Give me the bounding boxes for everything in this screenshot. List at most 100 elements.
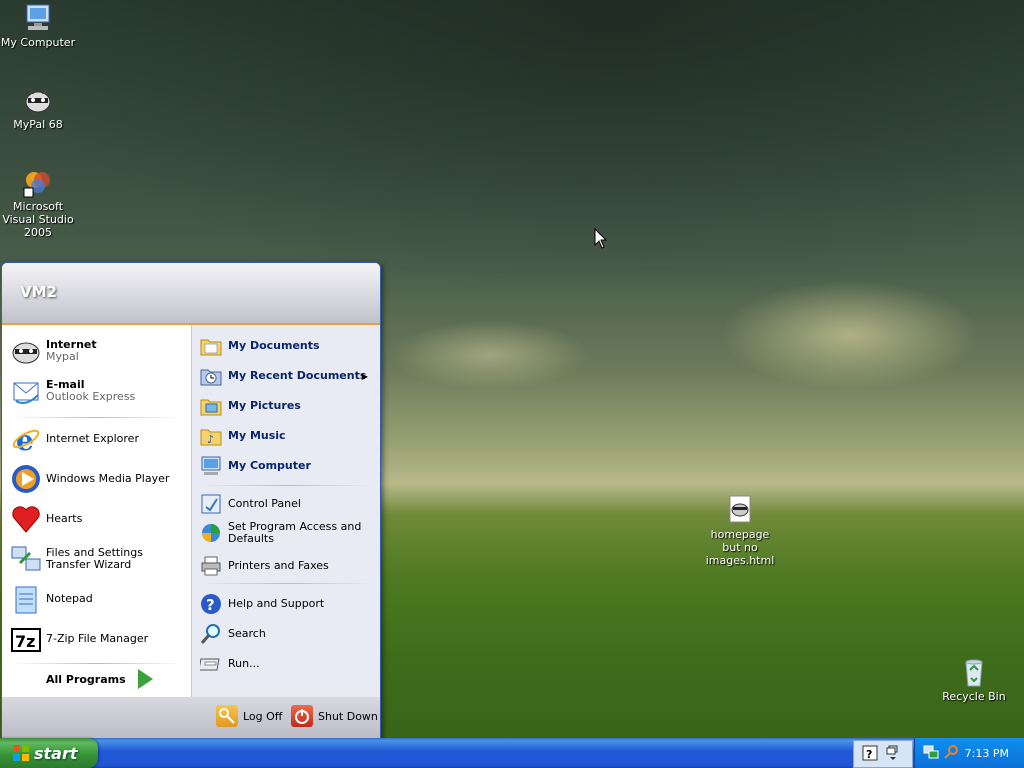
- pinned-internet[interactable]: Internet Mypal: [10, 335, 186, 367]
- help-and-support[interactable]: ? Help and Support: [200, 593, 376, 615]
- desktop-icon-label: MyPal 68: [13, 118, 63, 131]
- place-label: My Music: [228, 429, 286, 442]
- help-label: Help and Support: [228, 597, 325, 610]
- system-control-panel[interactable]: Control Panel: [200, 493, 376, 515]
- start-menu-footer: Log Off Shut Down: [2, 697, 380, 739]
- html-file-icon: [724, 494, 756, 526]
- desktop-icon-visual-studio[interactable]: Microsoft Visual Studio 2005: [0, 166, 78, 239]
- start-button[interactable]: start: [0, 738, 98, 768]
- place-my-pictures[interactable]: My Pictures: [200, 395, 376, 417]
- recent-label: 7-Zip File Manager: [46, 632, 149, 645]
- help-icon[interactable]: ?: [862, 745, 878, 764]
- place-my-music[interactable]: ♪ My Music: [200, 425, 376, 447]
- separator: [202, 485, 372, 486]
- pinned-subtitle: Outlook Express: [46, 390, 136, 403]
- start-menu-header: VM2: [2, 263, 380, 325]
- power-icon: [291, 705, 313, 727]
- search[interactable]: Search: [200, 623, 376, 645]
- green-arrow-icon: [137, 669, 153, 689]
- network-icon[interactable]: [923, 744, 939, 763]
- recycle-bin-icon: [958, 656, 990, 688]
- internet-explorer-icon: e: [10, 423, 42, 457]
- computer-icon: [22, 2, 54, 34]
- separator: [202, 583, 372, 584]
- transfer-wizard-icon: [10, 543, 42, 575]
- desktop-icon-html-file[interactable]: homepage but no images.html: [700, 494, 780, 567]
- key-icon: [216, 705, 238, 727]
- windows-flag-icon: [12, 744, 30, 762]
- all-programs-label: All Programs: [46, 672, 126, 686]
- start-label: start: [34, 743, 78, 763]
- search-icon: [200, 623, 222, 645]
- help-label: Run...: [228, 657, 260, 670]
- folder-icon: [200, 335, 222, 357]
- desktop-icon-label: homepage but no images.html: [705, 528, 775, 567]
- clock[interactable]: 7:13 PM: [965, 747, 1009, 760]
- wallpaper-light: [720, 280, 980, 390]
- recent-hearts[interactable]: Hearts: [10, 503, 186, 535]
- desktop-icon-label: Microsoft Visual Studio 2005: [2, 200, 74, 239]
- system-printers-faxes[interactable]: Printers and Faxes: [200, 555, 376, 577]
- system-program-access[interactable]: Set Program Access and Defaults: [200, 521, 376, 545]
- desktop-icon-label: Recycle Bin: [942, 690, 1006, 703]
- desktop-icon-mypal[interactable]: MyPal 68: [0, 84, 78, 131]
- recent-files-transfer-wizard[interactable]: Files and Settings Transfer Wizard: [10, 543, 186, 575]
- all-programs-button[interactable]: All Programs: [46, 669, 153, 689]
- mouse-cursor-icon: [594, 227, 608, 253]
- printer-icon: [200, 555, 222, 577]
- place-label: My Documents: [228, 339, 320, 352]
- search-icon[interactable]: [943, 744, 959, 763]
- recent-internet-explorer[interactable]: e Internet Explorer: [10, 423, 186, 457]
- help-label: Search: [228, 627, 266, 640]
- place-label: My Recent Documents: [228, 369, 367, 382]
- separator: [12, 663, 182, 664]
- recent-notepad[interactable]: Notepad: [10, 583, 186, 615]
- heart-icon: [10, 503, 42, 535]
- desktop-icon-my-computer[interactable]: My Computer: [0, 2, 78, 49]
- wallpaper-light: [390, 320, 590, 390]
- desktop-icon-recycle-bin[interactable]: Recycle Bin: [934, 656, 1014, 703]
- svg-text:e: e: [16, 424, 34, 455]
- user-name: VM2: [20, 283, 57, 301]
- separator: [12, 417, 182, 418]
- pinned-email[interactable]: E-mail Outlook Express: [10, 375, 186, 407]
- svg-text:♪: ♪: [207, 433, 214, 446]
- control-panel-icon: [200, 493, 222, 515]
- media-player-icon: [10, 463, 42, 495]
- log-off-button[interactable]: Log Off: [216, 705, 282, 727]
- run-icon: [198, 653, 222, 675]
- 7zip-icon: 7z: [10, 623, 42, 655]
- recent-label: Notepad: [46, 592, 93, 605]
- place-label: My Computer: [228, 459, 311, 472]
- visual-studio-icon: [22, 166, 54, 198]
- svg-text:?: ?: [206, 596, 215, 614]
- pinned-subtitle: Mypal: [46, 350, 79, 363]
- outlook-express-icon: [10, 375, 42, 407]
- computer-icon: [200, 455, 222, 477]
- place-label: My Pictures: [228, 399, 301, 412]
- raccoon-icon: [10, 335, 42, 367]
- svg-text:7z: 7z: [15, 632, 35, 651]
- recent-7zip[interactable]: 7z 7-Zip File Manager: [10, 623, 186, 655]
- language-bar[interactable]: ?: [853, 740, 913, 768]
- recent-windows-media-player[interactable]: Windows Media Player: [10, 463, 186, 495]
- start-menu-places: My Documents My Recent Documents ▶ My Pi…: [191, 325, 380, 697]
- place-my-computer[interactable]: My Computer: [200, 455, 376, 477]
- place-my-documents[interactable]: My Documents: [200, 335, 376, 357]
- run[interactable]: Run...: [198, 653, 376, 675]
- recent-label: Files and Settings Transfer Wizard: [46, 546, 143, 571]
- system-label: Printers and Faxes: [228, 559, 329, 572]
- place-my-recent-documents[interactable]: My Recent Documents ▶: [200, 365, 376, 387]
- music-folder-icon: ♪: [200, 425, 222, 447]
- system-label: Set Program Access and Defaults: [228, 520, 362, 545]
- wallpaper-clouds: [0, 0, 1024, 300]
- restore-icon[interactable]: [886, 745, 900, 764]
- shut-down-button[interactable]: Shut Down: [291, 705, 378, 727]
- shut-down-label: Shut Down: [318, 709, 378, 723]
- recent-label: Hearts: [46, 512, 83, 525]
- help-icon: ?: [200, 593, 222, 615]
- pictures-folder-icon: [200, 395, 222, 417]
- system-tray: 7:13 PM: [914, 738, 1024, 768]
- system-label: Control Panel: [228, 497, 301, 510]
- start-menu: VM2 Internet Mypal E-mail Outlook Express …: [1, 262, 381, 740]
